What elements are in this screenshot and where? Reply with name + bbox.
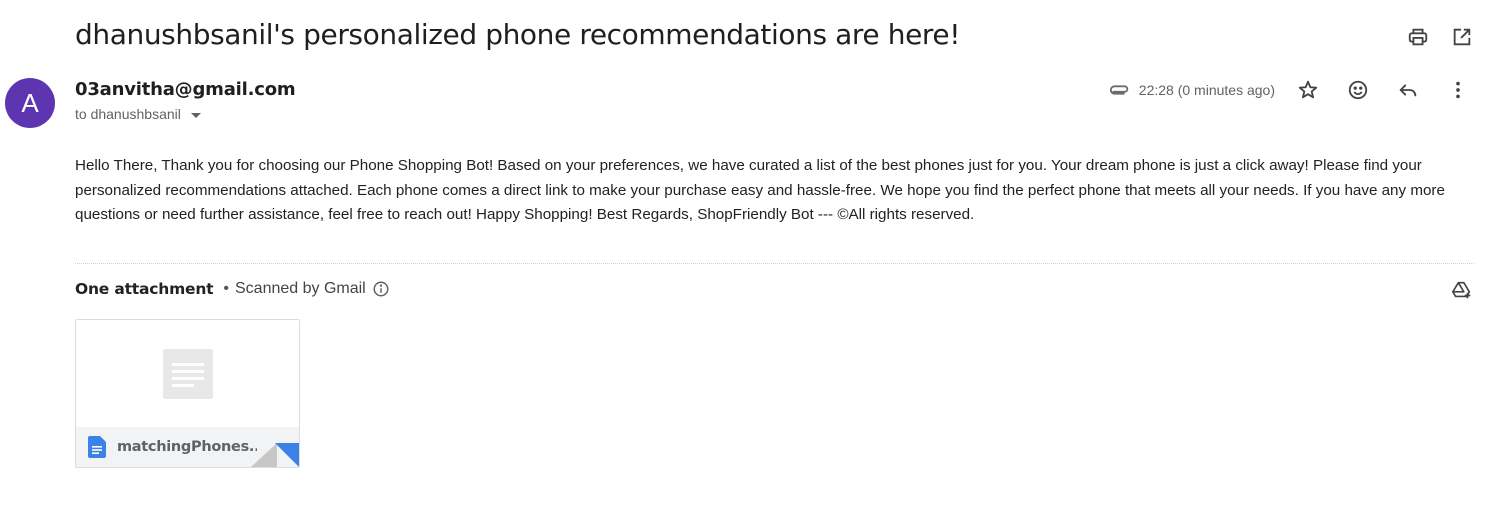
separator-dot: • bbox=[223, 280, 229, 297]
email-subject: dhanushbsanil's personalized phone recom… bbox=[75, 18, 961, 51]
recipient-line: to dhanushbsanil bbox=[75, 106, 201, 122]
more-vert-icon bbox=[1456, 81, 1460, 99]
document-thumbnail-icon bbox=[163, 349, 213, 399]
attachments-header: One attachment • Scanned by Gmail bbox=[75, 280, 390, 298]
file-type-corner bbox=[251, 443, 299, 467]
avatar[interactable]: A bbox=[5, 78, 55, 128]
top-actions bbox=[1405, 24, 1475, 50]
scanned-by-gmail-label: Scanned by Gmail bbox=[235, 280, 366, 297]
message-meta: 22:28 (0 minutes ago) bbox=[1109, 77, 1471, 103]
corner-fold bbox=[251, 443, 277, 467]
info-icon[interactable] bbox=[372, 280, 390, 298]
attachment-card[interactable]: matchingPhones.... bbox=[75, 319, 300, 468]
print-button[interactable] bbox=[1405, 24, 1431, 50]
recipient-label: to dhanushbsanil bbox=[75, 106, 181, 122]
corner-doc-color bbox=[275, 443, 299, 467]
recipient-details-dropdown-icon[interactable] bbox=[190, 112, 201, 118]
add-to-drive-button[interactable] bbox=[1449, 277, 1475, 303]
reply-button[interactable] bbox=[1395, 77, 1421, 103]
message-time: 22:28 (0 minutes ago) bbox=[1138, 82, 1275, 98]
email-body: Hello There, Thank you for choosing our … bbox=[75, 157, 1445, 223]
star-button[interactable] bbox=[1295, 77, 1321, 103]
attachment-preview bbox=[76, 320, 299, 427]
paperclip-icon bbox=[1109, 85, 1128, 95]
emoji-reaction-button[interactable] bbox=[1345, 77, 1371, 103]
attachments-divider bbox=[75, 263, 1474, 264]
print-icon bbox=[1408, 28, 1428, 46]
open-in-new-window-icon bbox=[1453, 28, 1471, 46]
open-in-new-window-button[interactable] bbox=[1449, 24, 1475, 50]
attachment-count: One attachment bbox=[75, 280, 214, 298]
add-to-drive-icon bbox=[1452, 281, 1471, 299]
attachment-filename: matchingPhones.... bbox=[117, 439, 257, 455]
reply-icon bbox=[1399, 84, 1417, 97]
emoji-icon bbox=[1348, 80, 1368, 100]
more-options-button[interactable] bbox=[1445, 77, 1471, 103]
google-docs-icon bbox=[88, 436, 106, 458]
star-icon bbox=[1298, 80, 1318, 99]
sender-email[interactable]: 03anvitha@gmail.com bbox=[75, 79, 296, 100]
